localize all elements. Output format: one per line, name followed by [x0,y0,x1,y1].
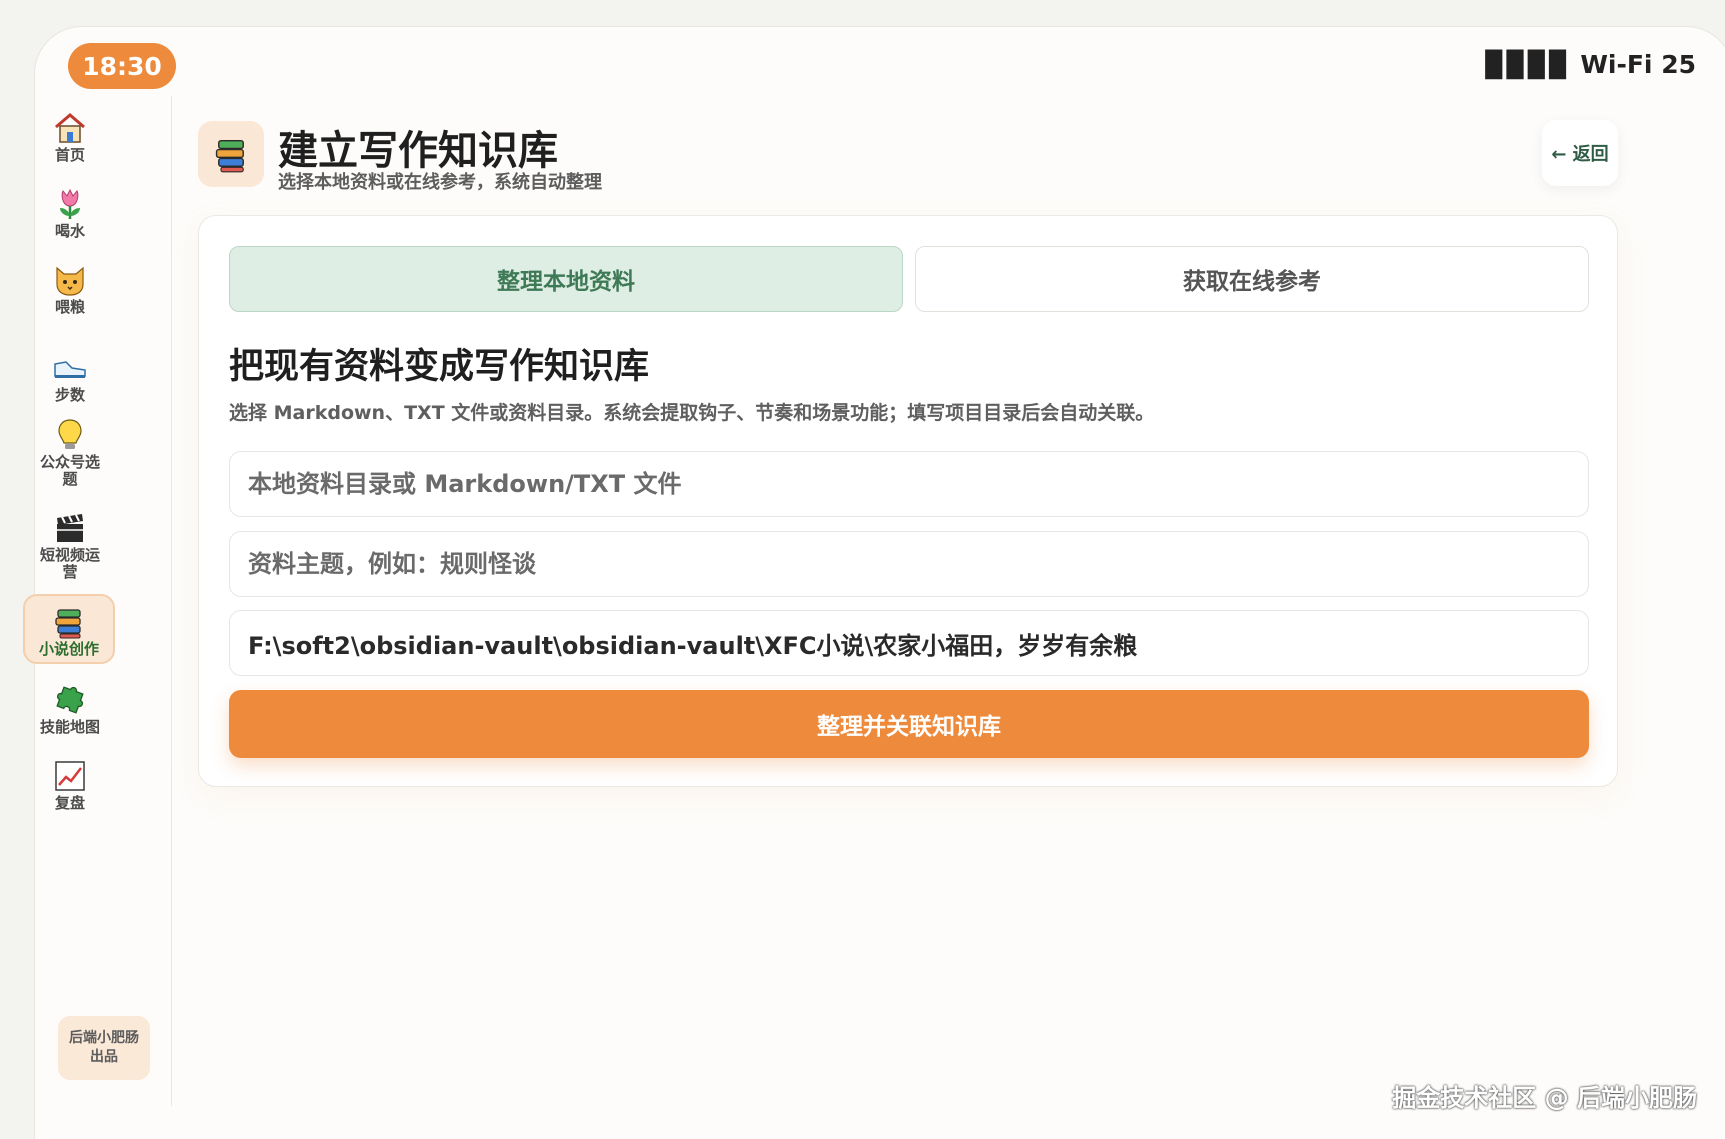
sidebar-item-steps[interactable]: 步数 [24,350,116,404]
sidebar-item-home[interactable]: 首页 [24,110,116,164]
books-icon [215,139,244,173]
sidebar-item-novel[interactable]: 小说创作 [23,594,115,664]
tab-online-reference[interactable]: 获取在线参考 [915,246,1589,312]
lightbulb-icon [58,419,82,449]
page-subtitle: 选择本地资料或在线参考，系统自动整理 [278,172,602,193]
cat-icon [56,266,84,296]
back-button[interactable]: ← 返回 [1542,120,1618,186]
section-title: 把现有资料变成写作知识库 [229,347,650,387]
books-icon [55,609,81,639]
tulip-icon [60,188,80,219]
project-path-input[interactable] [229,610,1589,676]
sidebar-item-wechat-topics[interactable]: 公众号选题 [24,417,116,488]
organize-submit-button[interactable]: 整理并关联知识库 [229,690,1589,758]
sidebar-item-review[interactable]: 复盘 [24,758,116,812]
puzzle-icon [56,686,84,714]
watermark: 掘金技术社区 @ 后端小肥肠 [1392,1084,1697,1112]
source-path-input[interactable] [229,451,1589,517]
network-status: Wi-Fi 25 [1580,50,1696,79]
page-icon [198,121,264,187]
topic-input[interactable] [229,531,1589,597]
knowledge-base-card: 整理本地资料 获取在线参考 把现有资料变成写作知识库 选择 Markdown、T… [198,215,1618,787]
credit-badge: 后端小肥肠出品 [58,1016,150,1080]
sidebar-item-water[interactable]: 喝水 [24,186,116,240]
status-time: 18:30 [68,43,176,89]
sidebar-item-feed[interactable]: 喂粮 [24,262,116,316]
house-icon [55,113,85,143]
section-description: 选择 Markdown、TXT 文件或资料目录。系统会提取钩子、节奏和场景功能；… [229,402,1155,424]
sidebar-item-skill-map[interactable]: 技能地图 [24,682,116,736]
chart-icon [55,761,85,791]
tab-local-materials[interactable]: 整理本地资料 [229,246,903,312]
sidebar-item-short-video[interactable]: 短视频运营 [24,510,116,581]
status-indicators: ▉▉▉▉ Wi-Fi 25 [1485,50,1696,79]
signal-icon: ▉▉▉▉ [1485,50,1571,79]
sneaker-icon [54,361,86,378]
clapperboard-icon [57,514,83,542]
